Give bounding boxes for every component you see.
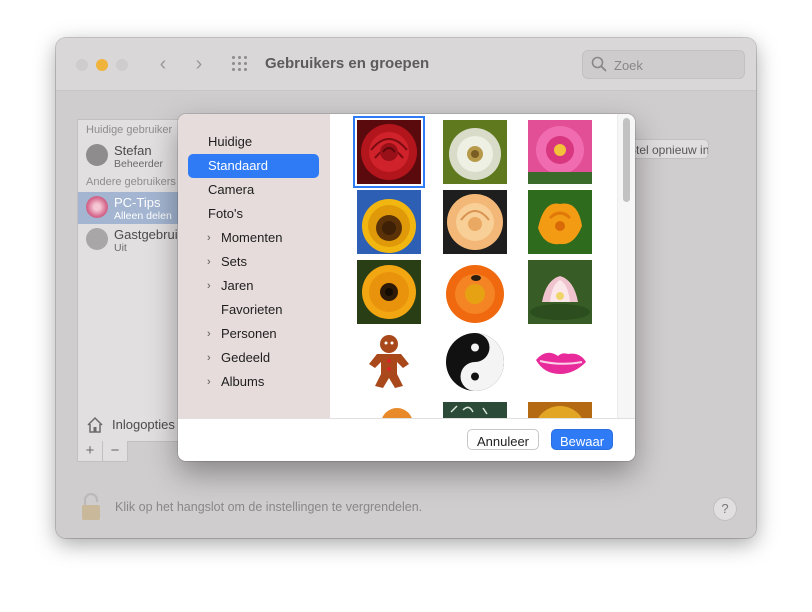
avatar xyxy=(86,196,108,218)
picture-gallery xyxy=(330,114,617,418)
sidebar-item-label: Sets xyxy=(221,254,248,269)
sidebar-item-shared[interactable]: › Gedeeld xyxy=(188,346,319,370)
sidebar-item-current[interactable]: Huidige xyxy=(188,130,319,154)
sidebar-item-label: Gedeeld xyxy=(221,350,271,365)
avatar xyxy=(86,144,108,166)
sidebar-item-label: Foto's xyxy=(208,206,243,221)
golden-coin-picture[interactable] xyxy=(528,402,592,418)
user-role: Beheerder xyxy=(114,158,164,170)
user-role: Uit xyxy=(114,242,127,254)
sidebar-item-sets[interactable]: › Sets xyxy=(188,250,319,274)
window-title: Gebruikers en groepen xyxy=(265,55,430,72)
partial-picture-1[interactable] xyxy=(357,404,421,418)
lotus-picture[interactable] xyxy=(528,260,592,324)
chevron-right-icon[interactable]: › xyxy=(207,322,211,346)
chevron-right-icon[interactable]: › xyxy=(207,370,211,394)
sidebar-item-label: Camera xyxy=(208,182,255,197)
avatar xyxy=(86,228,108,250)
user-role: Alleen delen xyxy=(114,210,172,222)
forward-chevron-icon[interactable]: › xyxy=(188,52,210,76)
black-eyed-susan-picture[interactable] xyxy=(357,260,421,324)
sidebar-item-label: Huidige xyxy=(208,134,253,149)
house-icon xyxy=(87,416,103,433)
chalkboard-picture[interactable] xyxy=(443,402,507,418)
search-field[interactable] xyxy=(582,50,745,79)
sidebar-item-default[interactable]: Standaard xyxy=(188,154,319,178)
title-bar: ‹ › Gebruikers en groepen xyxy=(56,38,756,91)
picture-source-sidebar: Huidige Standaard Camera Foto's › Momente… xyxy=(178,114,330,418)
login-options-label: Inlogopties xyxy=(112,417,175,432)
other-users-header: Andere gebruikers xyxy=(86,176,176,188)
back-chevron-icon[interactable]: ‹ xyxy=(152,52,174,76)
search-input[interactable] xyxy=(612,55,736,75)
pink-dahlia-picture[interactable] xyxy=(528,120,592,184)
sidebar-item-years[interactable]: › Jaren xyxy=(188,274,319,298)
chevron-right-icon[interactable]: › xyxy=(207,346,211,370)
save-button[interactable]: Bewaar xyxy=(551,429,613,450)
show-all-grid-icon[interactable] xyxy=(232,56,250,72)
sidebar-item-label: Personen xyxy=(221,326,277,341)
sheet-footer: Annuleer Bewaar xyxy=(178,418,635,461)
sidebar-item-people[interactable]: › Personen xyxy=(188,322,319,346)
peach-rose-picture[interactable] xyxy=(443,190,507,254)
zoom-window-button[interactable] xyxy=(116,59,128,71)
sidebar-item-label: Albums xyxy=(221,374,265,389)
user-name: PC-Tips xyxy=(114,195,161,210)
picture-picker-sheet: Huidige Standaard Camera Foto's › Momente… xyxy=(178,114,635,461)
sidebar-item-favorites[interactable]: Favorieten xyxy=(188,298,319,322)
orange-poppy-picture[interactable] xyxy=(528,190,592,254)
gingerbread-man-picture[interactable] xyxy=(357,330,421,394)
red-rose-picture[interactable] xyxy=(353,116,425,188)
padlock-icon[interactable] xyxy=(80,493,102,521)
close-window-button[interactable] xyxy=(76,59,88,71)
current-user-header: Huidige gebruiker xyxy=(86,124,173,136)
minimize-window-button[interactable] xyxy=(96,59,108,71)
user-name: Stefan xyxy=(114,143,152,158)
remove-user-button[interactable]: − xyxy=(102,441,128,462)
chevron-right-icon[interactable]: › xyxy=(207,274,211,298)
sidebar-item-label: Favorieten xyxy=(221,302,283,317)
add-user-button[interactable]: + xyxy=(77,441,103,462)
sunflower-picture[interactable] xyxy=(357,190,421,254)
help-button[interactable]: ? xyxy=(713,497,737,521)
dandelion-picture[interactable] xyxy=(443,120,507,184)
lips-picture[interactable] xyxy=(528,330,592,394)
sidebar-item-albums[interactable]: › Albums xyxy=(188,370,319,394)
chevron-right-icon[interactable]: › xyxy=(207,226,211,250)
search-icon xyxy=(591,56,607,72)
gallery-scrollbar[interactable] xyxy=(617,114,635,418)
scrollbar-thumb[interactable] xyxy=(623,118,630,202)
sidebar-item-moments[interactable]: › Momenten xyxy=(188,226,319,250)
sidebar-item-camera[interactable]: Camera xyxy=(188,178,319,202)
cancel-button[interactable]: Annuleer xyxy=(467,429,539,450)
chevron-right-icon[interactable]: › xyxy=(207,250,211,274)
sidebar-item-photos[interactable]: Foto's xyxy=(188,202,319,226)
sidebar-item-label: Standaard xyxy=(208,158,268,173)
yin-yang-picture[interactable] xyxy=(443,330,507,394)
sidebar-item-label: Momenten xyxy=(221,230,283,245)
orange-gerbera-picture[interactable] xyxy=(443,260,507,324)
sidebar-item-label: Jaren xyxy=(221,278,254,293)
lock-hint-text: Klik op het hangslot om de instellingen … xyxy=(115,500,423,514)
